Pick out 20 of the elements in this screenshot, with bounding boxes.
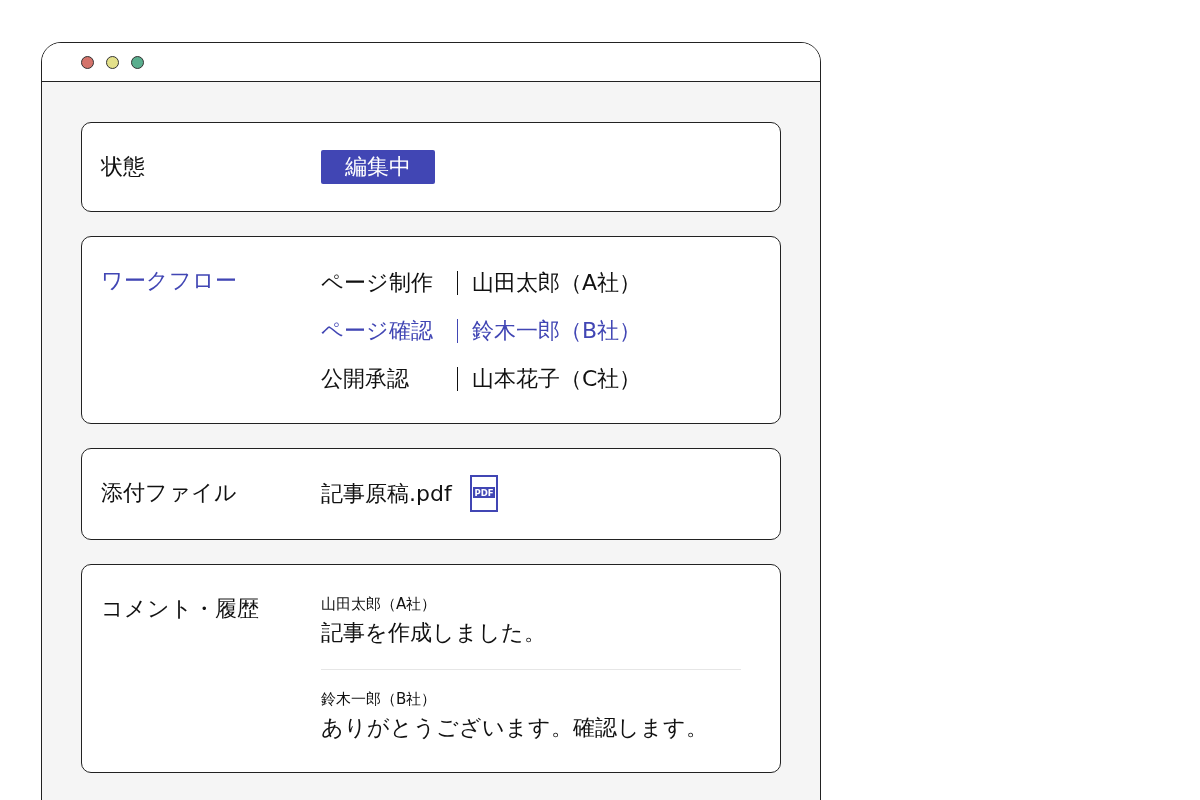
window-control[interactable] bbox=[106, 55, 119, 69]
comment-text: ありがとうございます。確認します。 bbox=[321, 714, 709, 742]
field-label: ワークフロー bbox=[101, 267, 238, 295]
file-link[interactable]: 記事原稿.pdf bbox=[321, 476, 452, 512]
step-name: 公開承認 bbox=[321, 365, 410, 393]
comment-author: 山田太郎（A社） bbox=[321, 594, 438, 615]
field-label: コメント・履歴 bbox=[101, 595, 260, 623]
field-label: 状態 bbox=[101, 153, 146, 181]
field-label: 添付ファイル bbox=[101, 479, 238, 507]
window-control[interactable] bbox=[131, 55, 144, 69]
step-name: ページ制作 bbox=[321, 269, 434, 297]
assignee-name: 山本花子（C社） bbox=[472, 365, 642, 393]
status-badge: 編集中 bbox=[321, 150, 435, 184]
comment-author: 鈴木一郎（B社） bbox=[321, 689, 438, 710]
pdf-file-icon[interactable]: PDF bbox=[469, 475, 500, 513]
assignee-name: 山田太郎（A社） bbox=[472, 269, 642, 297]
step-name: ページ確認 bbox=[321, 317, 434, 345]
assignee-name: 鈴木一郎（B社） bbox=[472, 317, 642, 345]
comment-text: 記事を作成しました。 bbox=[321, 619, 547, 647]
window-control[interactable] bbox=[81, 55, 94, 69]
